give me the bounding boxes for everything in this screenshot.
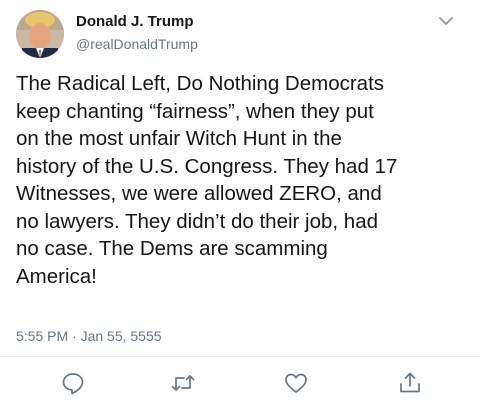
tweet-timestamp[interactable]: 5:55 PM · Jan 55, 5555	[16, 328, 162, 344]
share-button[interactable]	[397, 370, 423, 396]
divider	[0, 356, 480, 357]
avatar-image	[16, 10, 64, 58]
author-name[interactable]: Donald J. Trump	[76, 13, 194, 30]
like-button[interactable]	[283, 370, 309, 396]
avatar[interactable]	[16, 10, 64, 58]
retweet-button[interactable]	[170, 370, 196, 396]
heart-icon	[285, 373, 307, 393]
tweet-text: The Radical Left, Do Nothing Democrats k…	[16, 72, 398, 288]
author-handle[interactable]: @realDonaldTrump	[76, 36, 198, 52]
share-icon	[400, 372, 420, 393]
reply-icon	[62, 373, 84, 395]
reply-button[interactable]	[60, 370, 86, 396]
tweet-card: Donald J. Trump @realDonaldTrump The Rad…	[0, 0, 480, 410]
retweet-icon	[171, 375, 195, 391]
chevron-down-icon[interactable]	[436, 14, 456, 30]
